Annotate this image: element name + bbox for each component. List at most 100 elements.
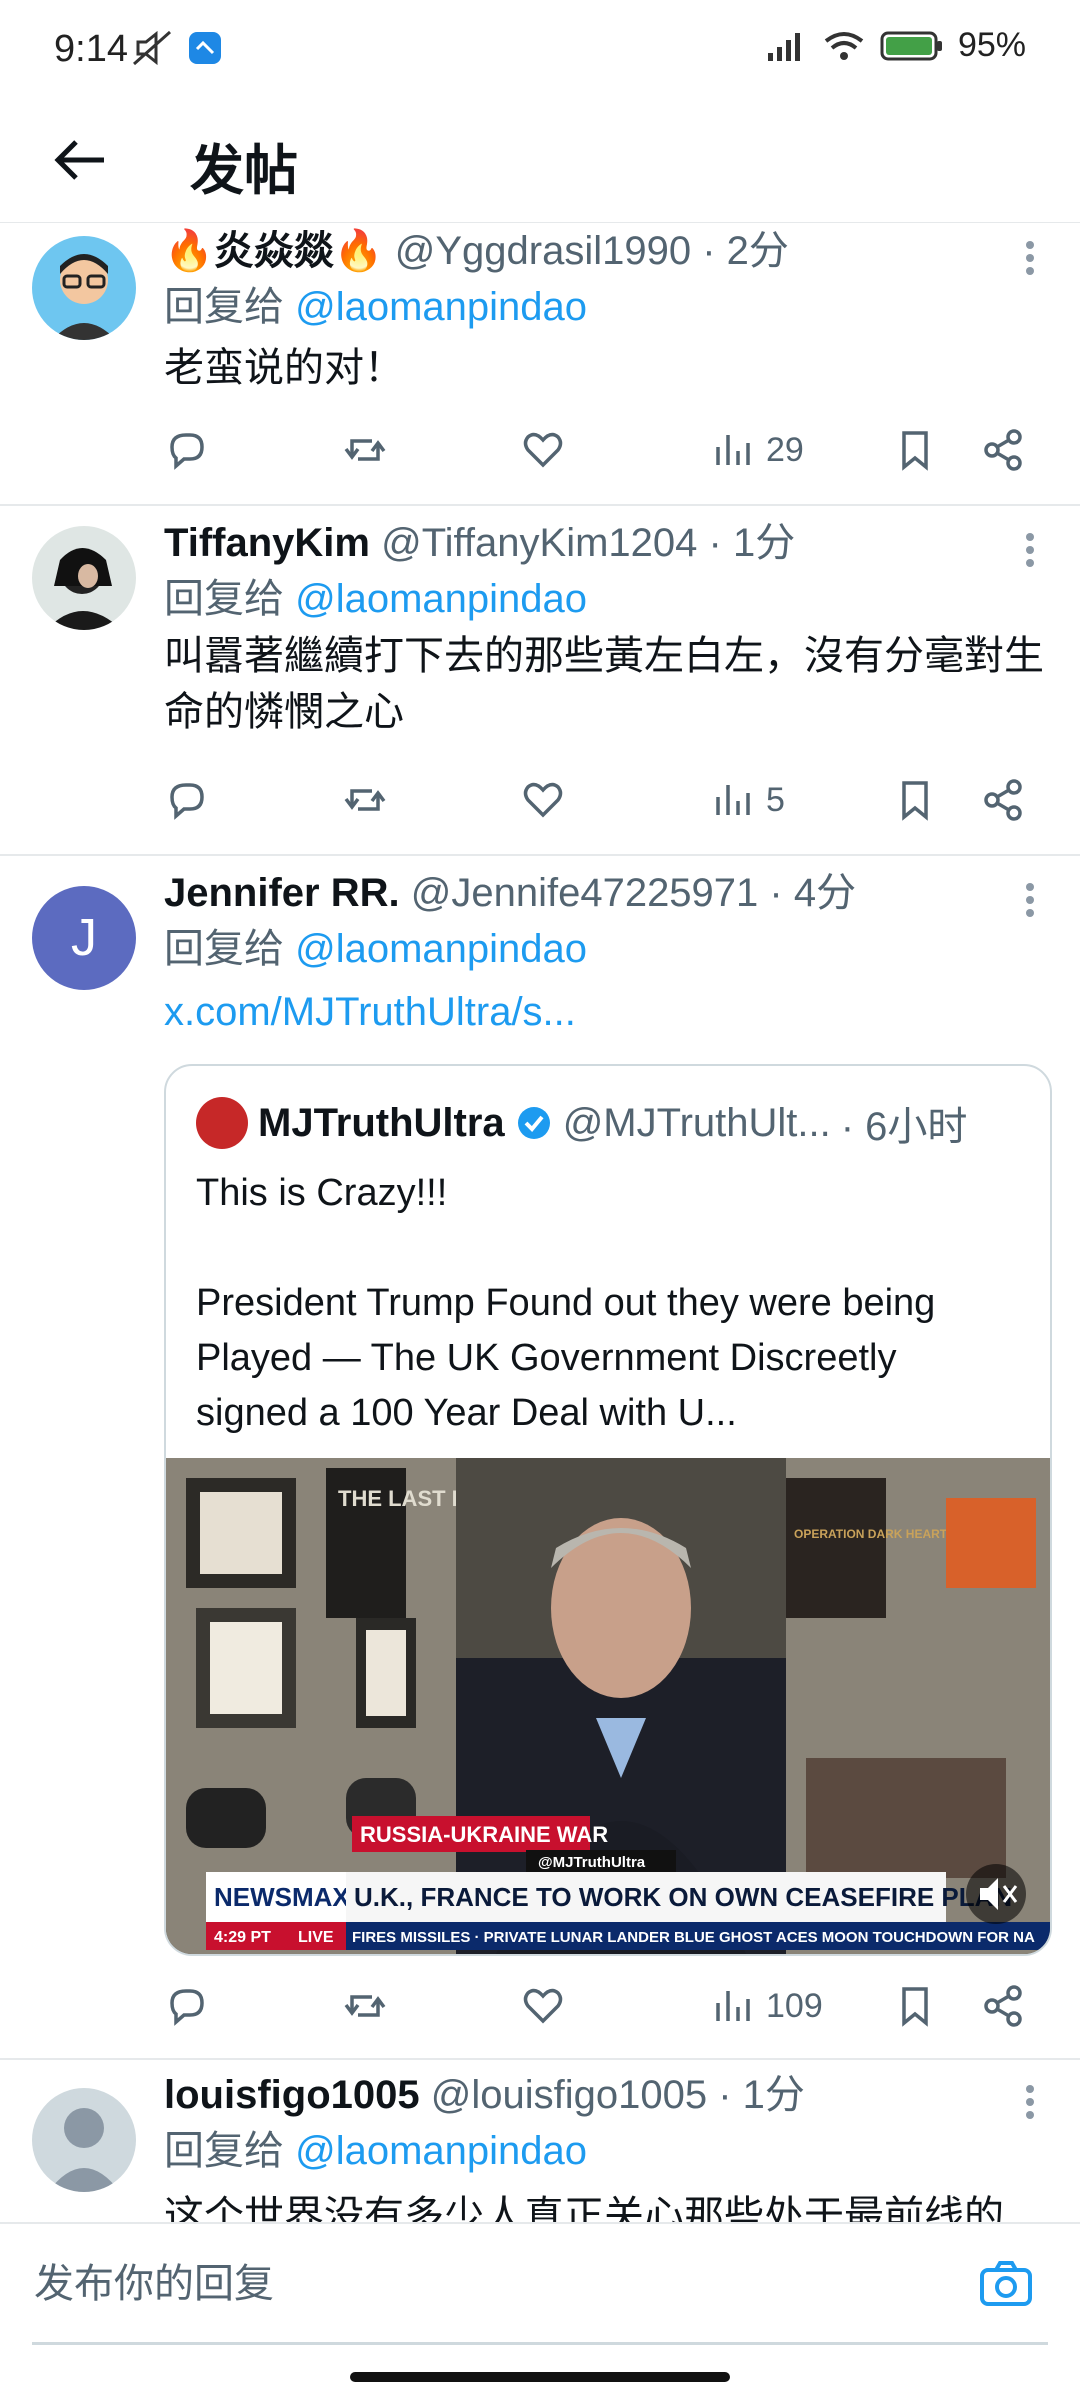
bookmark-button[interactable] (892, 420, 938, 480)
share-button[interactable] (980, 420, 1026, 480)
author-name[interactable]: louisfigo1005 (164, 2073, 420, 2117)
input-underline (32, 2342, 1048, 2345)
status-time: 9:14 (54, 28, 128, 70)
reply-icon (170, 783, 204, 820)
post-time: · 1分 (718, 2073, 805, 2117)
app-header: 发帖 (0, 100, 1080, 223)
home-indicator[interactable] (350, 2372, 730, 2382)
signal-icon (767, 32, 800, 61)
retweet-button[interactable] (342, 420, 388, 480)
views-button[interactable]: 109 (710, 1976, 823, 2036)
reply-mention[interactable]: @laomanpindao (295, 2129, 587, 2173)
reply-mention[interactable]: @laomanpindao (295, 577, 587, 621)
more-icon[interactable] (1024, 236, 1036, 280)
video-live: LIVE (298, 1929, 334, 1946)
avatar-letter: J (71, 909, 97, 967)
reply-prefix: 回复给 (164, 2129, 284, 2173)
avatar[interactable] (32, 2088, 136, 2192)
like-button[interactable] (520, 770, 566, 830)
post-time: · 2分 (702, 229, 789, 273)
tweet-text: 叫囂著繼續打下去的那些黃左白左，沒有分毫對生命的憐憫之心 (164, 634, 1044, 734)
author-handle[interactable]: @Yggdrasil1990 (395, 229, 691, 273)
tweet-item[interactable]: TiffanyKim @TiffanyKim1204 · 1分 回复给 @lao… (0, 506, 1080, 856)
reply-prefix: 回复给 (164, 285, 284, 329)
share-icon (984, 1985, 1022, 2027)
reply-mention[interactable]: @laomanpindao (295, 285, 587, 329)
views-icon (716, 785, 750, 815)
views-icon (716, 435, 750, 465)
bookmark-icon (902, 781, 928, 821)
avatar[interactable] (32, 526, 136, 630)
video-player[interactable]: THE LAST LINE OPERATION DARK HEART RUSSI… (166, 1458, 1050, 1954)
reply-composer (0, 2222, 1080, 2345)
video-clock: 4:29 PT (214, 1929, 271, 1946)
reply-prefix: 回复给 (164, 577, 284, 621)
battery-icon (880, 31, 942, 60)
view-count: 109 (766, 1986, 823, 2025)
verified-icon (517, 1107, 550, 1139)
share-icon (984, 779, 1022, 821)
quote-text-line1: This is Crazy!!! (196, 1172, 448, 1214)
author-name[interactable]: TiffanyKim (164, 521, 370, 565)
author-handle[interactable]: @louisfigo1005 (431, 2073, 707, 2117)
tweet-text: 老蛮说的对！ (164, 346, 404, 390)
reply-button[interactable] (164, 770, 210, 830)
view-count: 29 (766, 430, 804, 469)
quote-text-body: President Trump Found out they were bein… (196, 1282, 936, 1434)
views-button[interactable]: 29 (710, 420, 804, 480)
author-name[interactable]: 🔥炎焱燚🔥 (164, 229, 384, 273)
quote-author-handle[interactable]: @MJTruthUlt... (563, 1101, 831, 1146)
more-icon[interactable] (1024, 878, 1036, 922)
avatar[interactable] (32, 236, 136, 340)
mute-icon (133, 30, 171, 66)
tweet-item[interactable]: 🔥炎焱燚🔥 @Yggdrasil1990 · 2分 回复给 @laomanpin… (0, 222, 1080, 506)
bookmark-icon (902, 1987, 928, 2027)
views-button[interactable]: 5 (710, 770, 785, 830)
reply-prefix: 回复给 (164, 927, 284, 971)
back-arrow-icon[interactable] (48, 128, 112, 192)
author-handle[interactable]: @Jennife47225971 (411, 871, 759, 915)
reply-icon (170, 1989, 204, 2026)
quoted-tweet-card[interactable]: MJTruthUltra @MJTruthUlt... · 6小时 This i… (164, 1064, 1052, 1956)
tweet-item[interactable]: louisfigo1005 @louisfigo1005 · 1分 回复给 @l… (0, 2060, 1080, 2222)
tweet-link[interactable]: x.com/MJTruthUltra/s... (164, 990, 576, 1035)
video-headline: U.K., FRANCE TO WORK ON OWN CEASEFIRE PL… (354, 1882, 1012, 1912)
like-icon (523, 1988, 563, 2024)
shelf-sign: OPERATION DARK HEART (794, 1527, 948, 1541)
view-count: 5 (766, 780, 785, 819)
quote-avatar[interactable] (196, 1097, 248, 1149)
share-button[interactable] (980, 770, 1026, 830)
retweet-button[interactable] (342, 770, 388, 830)
views-icon (716, 1991, 750, 2021)
battery-percent: 95% (957, 26, 1026, 64)
camera-icon[interactable] (976, 2254, 1036, 2314)
wifi-icon (824, 31, 864, 60)
more-icon[interactable] (1024, 2080, 1036, 2124)
bookmark-button[interactable] (892, 770, 938, 830)
share-button[interactable] (980, 1976, 1026, 2036)
more-icon[interactable] (1024, 528, 1036, 572)
post-time: · 1分 (708, 521, 796, 565)
like-icon (523, 432, 563, 468)
retweet-button[interactable] (342, 1976, 388, 2036)
app-notification-icon (189, 32, 221, 64)
post-time: · 4分 (769, 871, 857, 915)
bookmark-button[interactable] (892, 1976, 938, 2036)
action-bar: 5 (164, 770, 1044, 830)
reply-icon (170, 433, 204, 470)
like-button[interactable] (520, 1976, 566, 2036)
author-handle[interactable]: @TiffanyKim1204 (381, 521, 697, 565)
reply-input[interactable] (32, 2224, 1052, 2344)
quote-author-name[interactable]: MJTruthUltra (258, 1101, 505, 1146)
like-icon (523, 782, 563, 818)
video-ticker: FIRES MISSILES · PRIVATE LUNAR LANDER BL… (352, 1929, 1035, 1946)
reply-button[interactable] (164, 1976, 210, 2036)
avatar[interactable]: J (32, 886, 136, 990)
author-name[interactable]: Jennifer RR. (164, 871, 400, 915)
video-network: NEWSMAX (214, 1882, 350, 1912)
like-button[interactable] (520, 420, 566, 480)
video-thumbnail: THE LAST LINE OPERATION DARK HEART RUSSI… (166, 1458, 1050, 1954)
reply-mention[interactable]: @laomanpindao (295, 927, 587, 971)
reply-button[interactable] (164, 420, 210, 480)
video-banner-top: RUSSIA-UKRAINE WAR (360, 1822, 608, 1847)
